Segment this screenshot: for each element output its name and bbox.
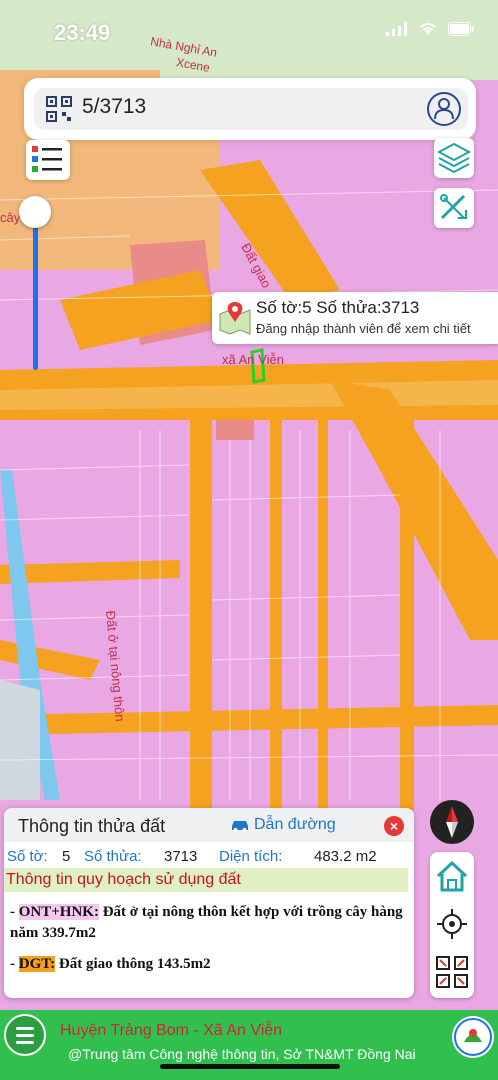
signal-icon [386,22,407,36]
battery-icon [448,22,474,36]
close-button[interactable]: × [384,816,404,836]
popup-title: Số tờ:5 Số thửa:3713 [256,298,420,317]
planning-item: - ONT+HNK: Đất ở tại nông thôn kết hợp v… [10,902,406,944]
parcel-info-panel: Thông tin thửa đất Dẫn đường × Số tờ: 5 … [4,808,414,998]
parcel-popup[interactable]: Số tờ:5 Số thửa:3713 Đăng nhập thành viê… [212,292,498,344]
sheet-value: 5 [62,848,71,865]
planning-item-prefix: - [10,956,19,972]
info-panel-header: Thông tin thửa đất Dẫn đường × [4,808,414,842]
account-icon[interactable] [426,91,462,127]
area-value: 483.2 m2 [314,848,377,865]
planning-item: - DGT: Đất giao thông 143.5m2 [10,954,406,975]
qr-grid-icon[interactable] [434,954,470,990]
planning-code: ONT+HNK: [18,904,99,920]
agency-logo [452,1016,494,1058]
status-bar: 23:49 [0,0,498,60]
opacity-slider-track[interactable] [33,210,38,370]
parcel-summary-row: Số tờ: 5 Số thửa: 3713 Diện tích: 483.2 … [4,848,414,870]
search-input[interactable] [82,95,382,119]
area-label: Diện tích: [219,848,283,865]
map-label-commune: xã An Viễn [222,352,284,367]
planning-code: DGT: [18,956,56,972]
planning-heading-text: Thông tin quy hoạch sử dụng đất [6,871,241,888]
popup-subtitle: Đăng nhập thành viên để xem chi tiết [256,321,471,336]
planning-item-prefix: - [10,904,19,920]
legend-icon [32,146,62,172]
wifi-icon [420,23,436,35]
opacity-slider-thumb[interactable] [19,196,51,228]
search-box [34,88,468,130]
search-bar [24,78,476,140]
qr-scan-icon[interactable] [46,96,72,122]
side-tools [430,852,474,998]
info-panel-title: Thông tin thửa đất [18,816,166,836]
compass-button[interactable] [430,800,474,844]
status-time: 23:49 [54,20,111,45]
compass-icon [446,806,458,838]
bottom-bar: Huyện Trảng Bom - Xã An Viễn @Trung tâm … [0,1010,498,1080]
directions-label: Dẫn đường [254,816,336,833]
footer-credit: @Trung tâm Công nghệ thông tin, Sở TN&MT… [68,1046,416,1062]
measure-icon [440,194,467,220]
parcel-label: Số thửa: [84,848,142,865]
agency-logo-icon [454,1018,492,1056]
menu-button[interactable] [4,1014,46,1056]
planning-item-text: Đất giao thông 143.5m2 [55,956,211,972]
legend-button[interactable] [26,140,70,180]
status-icons [386,22,474,36]
layers-button[interactable] [434,138,474,178]
footer-location: Huyện Trảng Bom - Xã An Viễn [60,1022,283,1039]
layers-icon [436,142,472,174]
measure-button[interactable] [434,188,474,228]
parcel-value: 3713 [164,848,198,865]
planning-heading: Thông tin quy hoạch sử dụng đất [4,868,408,892]
car-icon [232,821,248,832]
home-indicator [160,1064,340,1069]
map-pin-icon [219,302,251,335]
directions-link[interactable]: Dẫn đường [230,816,336,834]
locate-icon[interactable] [434,906,470,942]
sheet-label: Số tờ: [7,848,48,865]
home-icon[interactable] [434,858,470,894]
